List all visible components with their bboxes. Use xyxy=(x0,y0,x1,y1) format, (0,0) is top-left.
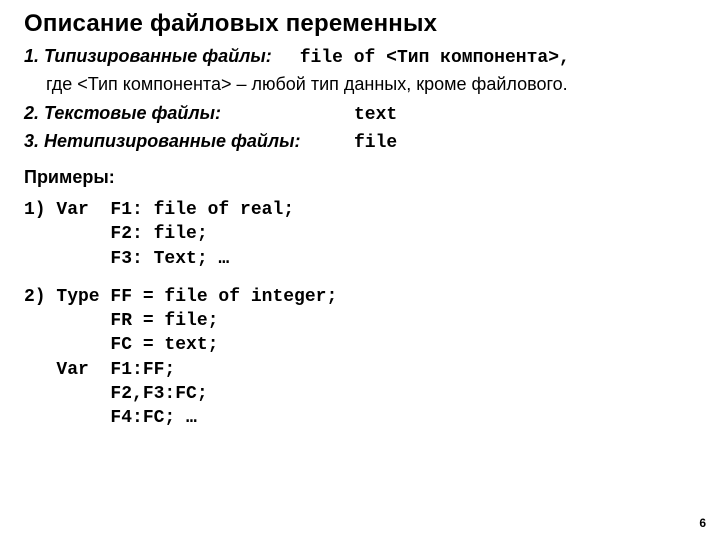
example-2: 2) Type FF = file of integer; FR = file;… xyxy=(24,285,696,431)
section-3-code: file xyxy=(354,133,397,153)
example-1: 1) Var F1: file of real; F2: file; F3: T… xyxy=(24,198,696,271)
section-1-row: 1. Типизированные файлы: file of <Тип ко… xyxy=(24,46,696,68)
section-1-code: file of <Тип компонента>, xyxy=(300,48,570,68)
section-2-code: text xyxy=(354,105,397,125)
section-1-note: где <Тип компонента> – любой тип данных,… xyxy=(46,74,696,95)
page-title: Описание файловых переменных xyxy=(24,10,696,38)
examples-heading: Примеры: xyxy=(24,167,696,188)
section-2-row: 2. Текстовые файлы: text xyxy=(24,103,696,125)
section-3-row: 3. Нетипизированные файлы: file xyxy=(24,131,696,153)
section-2-label: 2. Текстовые файлы: xyxy=(24,103,354,124)
slide-content: Описание файловых переменных 1. Типизиро… xyxy=(0,0,720,455)
section-1-label: 1. Типизированные файлы: xyxy=(24,46,272,67)
page-number: 6 xyxy=(699,516,706,530)
section-3-label: 3. Нетипизированные файлы: xyxy=(24,131,354,152)
